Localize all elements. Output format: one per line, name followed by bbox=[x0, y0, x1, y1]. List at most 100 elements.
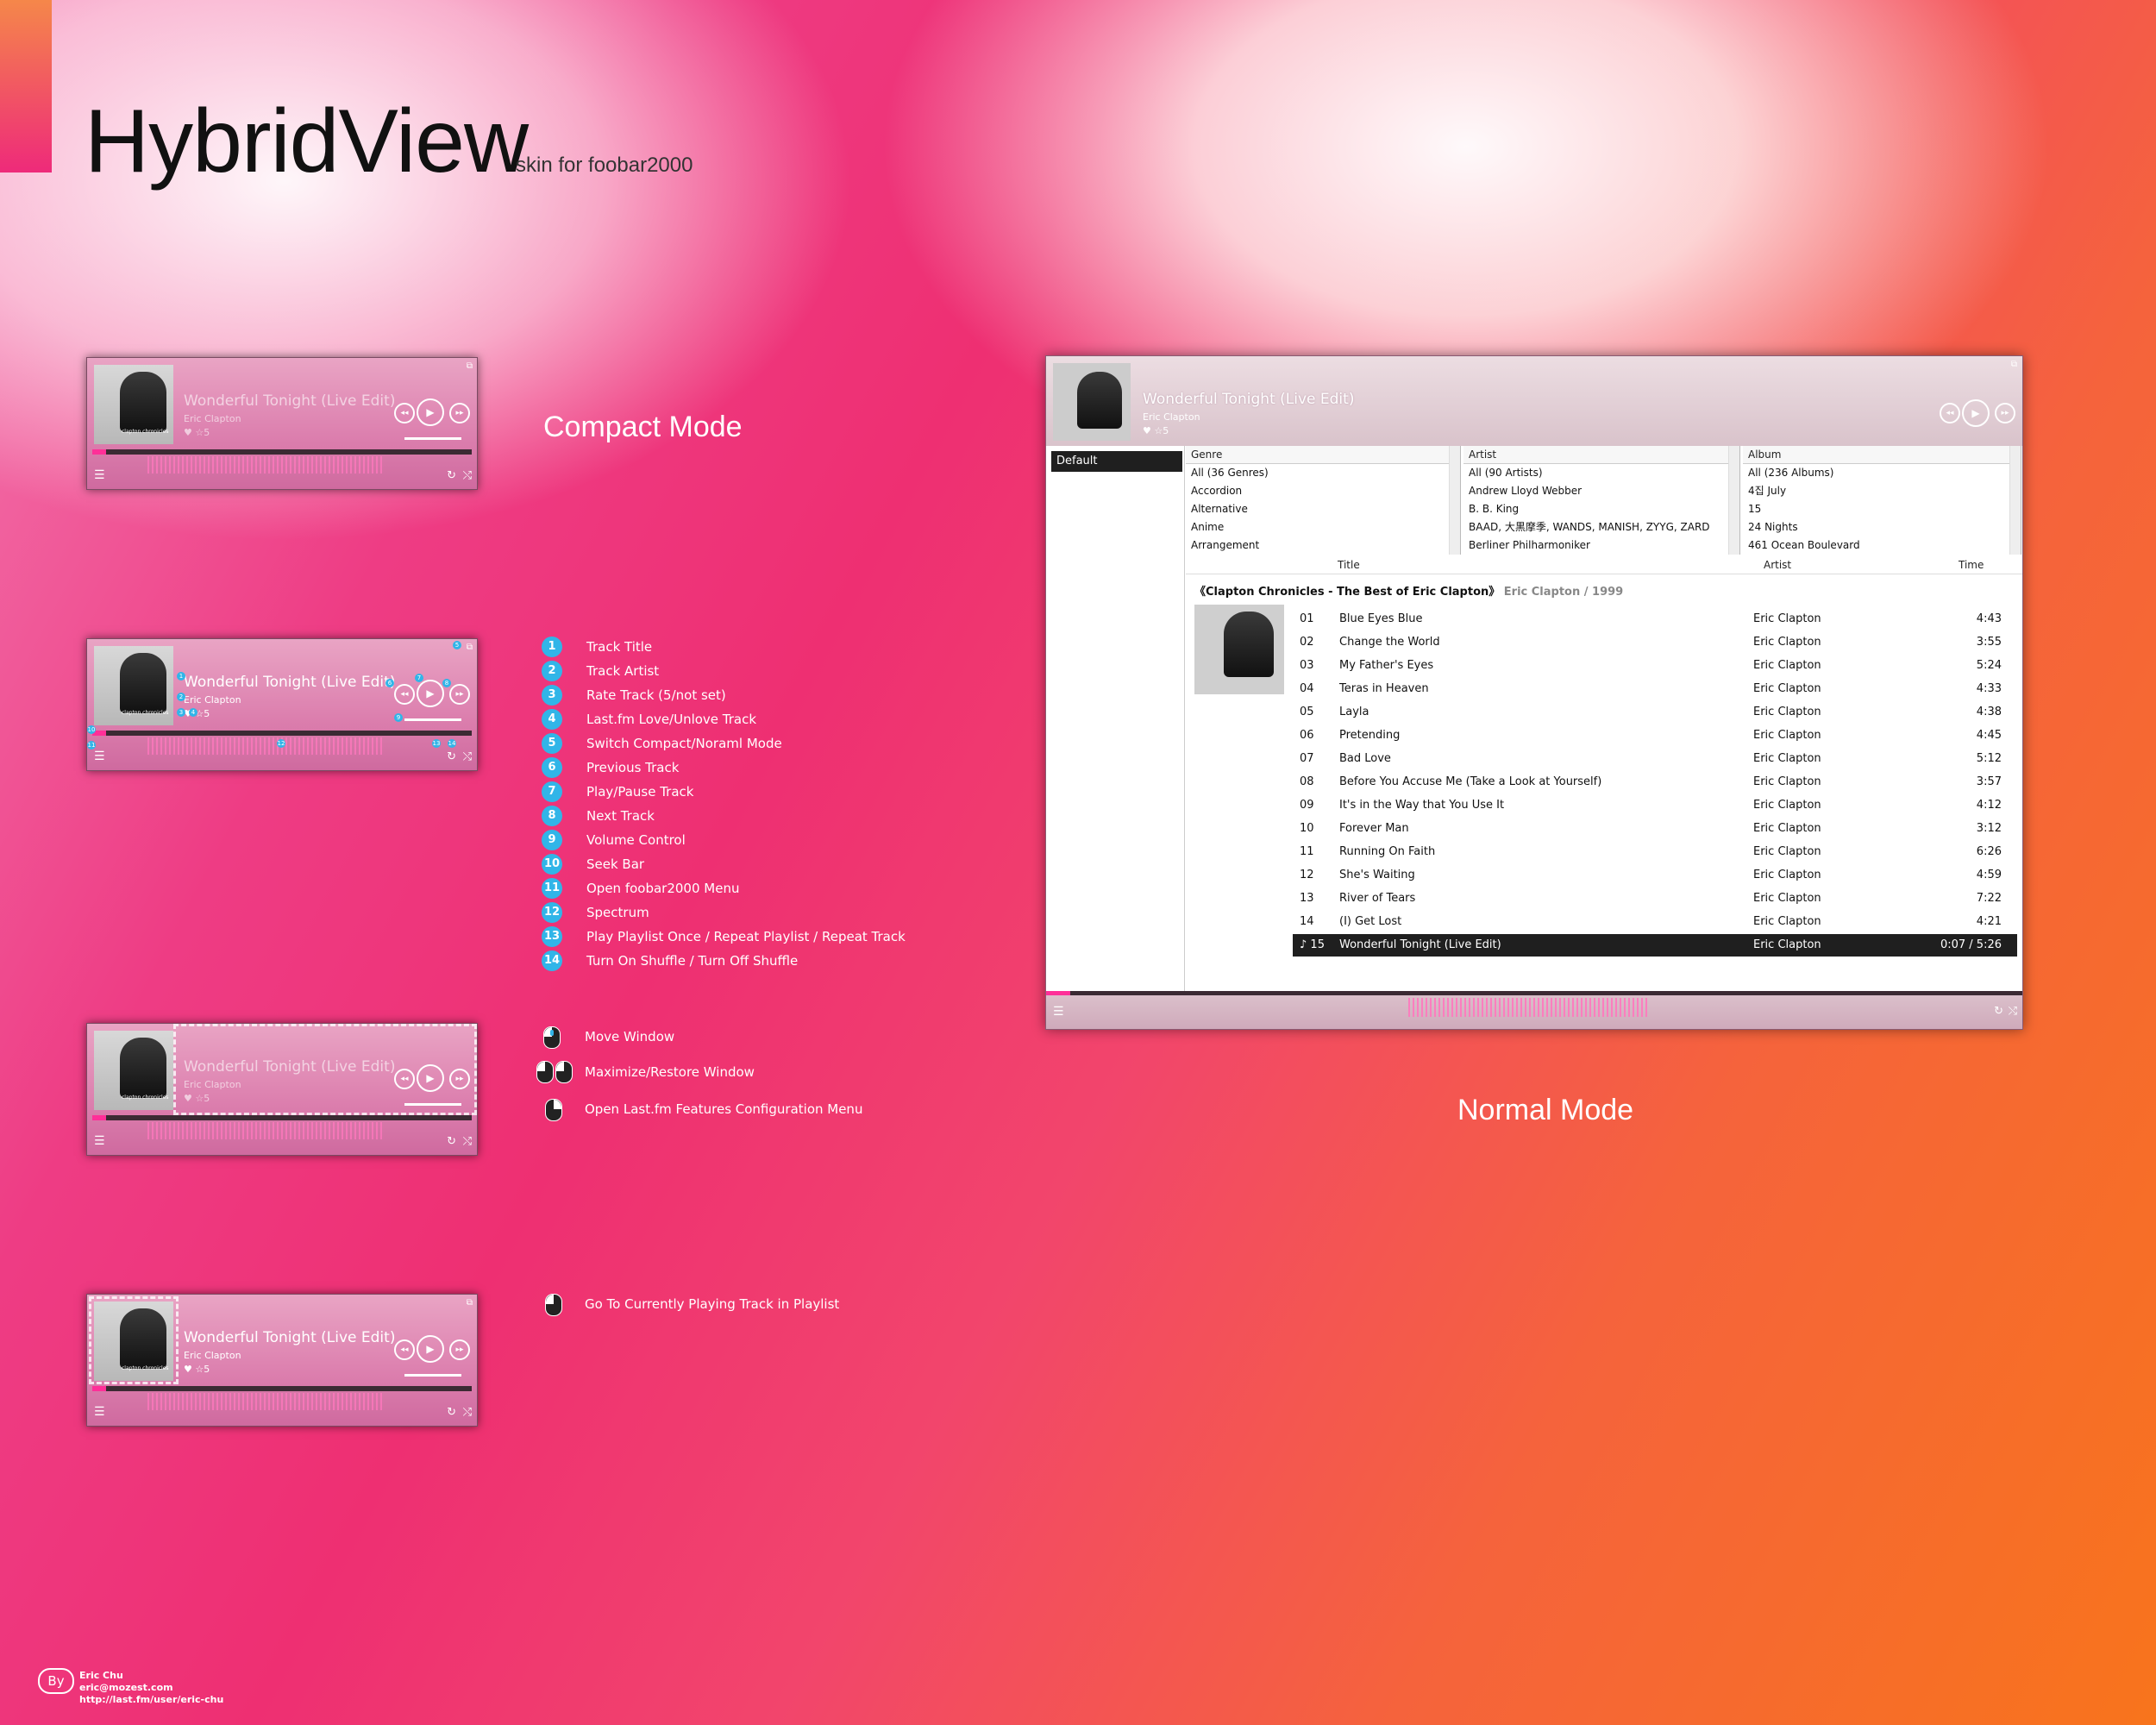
track-time: 3:12 bbox=[1976, 822, 2002, 835]
filter-row[interactable]: Arrangement bbox=[1186, 536, 1460, 555]
mode-switch-icon[interactable]: ⧉ bbox=[467, 1298, 473, 1308]
play-button[interactable]: ▶ bbox=[417, 680, 444, 707]
shuffle-icon[interactable]: ⤭ bbox=[463, 1406, 472, 1419]
filter-row[interactable]: 4집 July bbox=[1743, 482, 2021, 500]
next-button[interactable]: ▸▸ bbox=[1995, 403, 2015, 423]
compact-mode-label: Compact Mode bbox=[543, 411, 743, 443]
seek-bar[interactable] bbox=[92, 731, 472, 736]
play-button[interactable]: ▶ bbox=[417, 398, 444, 426]
mode-switch-icon[interactable]: ⧉ bbox=[2011, 360, 2017, 369]
column-time[interactable]: Time bbox=[1959, 559, 1984, 571]
filter-row[interactable]: 461 Ocean Boulevard bbox=[1743, 536, 2021, 555]
repeat-icon[interactable]: ↻ bbox=[1994, 1005, 2003, 1018]
shuffle-icon[interactable]: ⤭ bbox=[463, 469, 472, 482]
seek-bar[interactable] bbox=[92, 1115, 472, 1120]
scrollbar[interactable] bbox=[1728, 446, 1739, 555]
menu-icon[interactable]: ☰ bbox=[94, 468, 105, 482]
track-row[interactable]: 03 My Father's Eyes Eric Clapton 5:24 bbox=[1293, 655, 2017, 677]
volume-slider[interactable] bbox=[404, 1103, 461, 1106]
column-title[interactable]: Title bbox=[1338, 559, 1360, 571]
next-button[interactable]: ▸▸ bbox=[449, 403, 470, 423]
repeat-icon[interactable]: ↻ bbox=[447, 1135, 456, 1148]
track-row[interactable]: 12 She's Waiting Eric Clapton 4:59 bbox=[1293, 864, 2017, 887]
prev-button[interactable]: ◂◂ bbox=[394, 1339, 415, 1360]
menu-icon[interactable]: ☰ bbox=[94, 750, 105, 763]
volume-slider[interactable] bbox=[404, 437, 461, 440]
filter-row[interactable]: All (236 Albums) bbox=[1743, 464, 2021, 482]
track-row[interactable]: 05 Layla Eric Clapton 4:38 bbox=[1293, 701, 2017, 724]
menu-icon[interactable]: ☰ bbox=[94, 1134, 105, 1148]
filter-row[interactable]: BAAD, 大黒摩季, WANDS, MANISH, ZYYG, ZARD bbox=[1463, 518, 1739, 536]
filter-row[interactable]: Berliner Philharmoniker bbox=[1463, 536, 1739, 555]
repeat-icon[interactable]: ↻ bbox=[447, 469, 456, 482]
volume-slider[interactable] bbox=[404, 1374, 461, 1377]
play-button[interactable]: ▶ bbox=[417, 1335, 444, 1363]
track-artist: Eric Clapton bbox=[1753, 869, 1821, 881]
prev-button[interactable]: ◂◂ bbox=[394, 684, 415, 705]
author-url[interactable]: http://last.fm/user/eric-chu bbox=[79, 1694, 223, 1705]
track-row[interactable]: 07 Bad Love Eric Clapton 5:12 bbox=[1293, 748, 2017, 770]
love-rating[interactable]: ♥ ☆5 bbox=[1143, 425, 1169, 436]
prev-button[interactable]: ◂◂ bbox=[1940, 403, 1960, 423]
seek-bar[interactable] bbox=[92, 449, 472, 455]
love-rating[interactable]: ♥ ☆5 bbox=[184, 1364, 210, 1375]
filter-row[interactable]: Alternative bbox=[1186, 500, 1460, 518]
love-rating[interactable]: ♥ ☆5 bbox=[184, 1093, 210, 1104]
track-row[interactable]: 10 Forever Man Eric Clapton 3:12 bbox=[1293, 818, 2017, 840]
column-artist[interactable]: Artist bbox=[1764, 559, 1791, 571]
mode-switch-icon[interactable]: ⧉ bbox=[467, 643, 473, 652]
prev-button[interactable]: ◂◂ bbox=[394, 1069, 415, 1089]
track-row[interactable]: 06 Pretending Eric Clapton 4:45 bbox=[1293, 724, 2017, 747]
menu-icon[interactable]: ☰ bbox=[94, 1405, 105, 1419]
artist-filter[interactable]: Artist All (90 Artists) Andrew Lloyd Web… bbox=[1463, 446, 1740, 555]
filter-row[interactable]: Anime bbox=[1186, 518, 1460, 536]
goto-track-text: Go To Currently Playing Track in Playlis… bbox=[585, 1296, 840, 1312]
scrollbar[interactable] bbox=[1449, 446, 1460, 555]
repeat-icon[interactable]: ↻ bbox=[447, 1406, 456, 1419]
track-time: 4:21 bbox=[1976, 915, 2002, 928]
track-row[interactable]: 08 Before You Accuse Me (Take a Look at Y… bbox=[1293, 771, 2017, 794]
seek-bar[interactable] bbox=[92, 1386, 472, 1391]
album-header[interactable]: Album bbox=[1743, 446, 2021, 464]
playlist-tab-default[interactable]: Default bbox=[1051, 451, 1182, 472]
next-button[interactable]: ▸▸ bbox=[449, 1069, 470, 1089]
love-rating[interactable]: ♥ ☆5 bbox=[184, 427, 210, 438]
shuffle-icon[interactable]: ⤭ bbox=[2009, 1005, 2017, 1018]
track-title: Forever Man bbox=[1339, 822, 1409, 835]
volume-slider[interactable] bbox=[404, 718, 461, 721]
track-row[interactable]: 14 (I) Get Lost Eric Clapton 4:21 bbox=[1293, 911, 2017, 933]
seek-bar[interactable] bbox=[1046, 991, 2022, 995]
track-row[interactable]: 04 Teras in Heaven Eric Clapton 4:33 bbox=[1293, 678, 2017, 700]
filter-row[interactable]: All (90 Artists) bbox=[1463, 464, 1739, 482]
filter-row[interactable]: 24 Nights bbox=[1743, 518, 2021, 536]
play-button[interactable]: ▶ bbox=[1962, 399, 1990, 427]
menu-icon[interactable]: ☰ bbox=[1053, 1005, 1064, 1019]
shuffle-icon[interactable]: ⤭ bbox=[463, 1135, 472, 1148]
track-row[interactable]: 09 It's in the Way that You Use It Eric Cl… bbox=[1293, 794, 2017, 817]
genre-header[interactable]: Genre bbox=[1186, 446, 1460, 464]
track-row[interactable]: 01 Blue Eyes Blue Eric Clapton 4:43 bbox=[1293, 608, 2017, 630]
track-row[interactable]: 02 Change the World Eric Clapton 3:55 bbox=[1293, 631, 2017, 654]
filter-row[interactable]: 15 bbox=[1743, 500, 2021, 518]
filter-row[interactable]: B. B. King bbox=[1463, 500, 1739, 518]
track-row[interactable]: 13 River of Tears Eric Clapton 7:22 bbox=[1293, 888, 2017, 910]
author-email[interactable]: eric@mozest.com bbox=[79, 1682, 173, 1693]
track-time: 3:57 bbox=[1976, 775, 2002, 788]
repeat-icon[interactable]: ↻ bbox=[447, 750, 456, 763]
filter-row[interactable]: All (36 Genres) bbox=[1186, 464, 1460, 482]
album-filter[interactable]: Album All (236 Albums) 4집 July 15 24 Nig… bbox=[1743, 446, 2021, 555]
play-button[interactable]: ▶ bbox=[417, 1064, 444, 1092]
next-button[interactable]: ▸▸ bbox=[449, 684, 470, 705]
filter-row[interactable]: Accordion bbox=[1186, 482, 1460, 500]
artist-header[interactable]: Artist bbox=[1463, 446, 1739, 464]
track-row[interactable]: ♪ 15 Wonderful Tonight (Live Edit) Eric Cl… bbox=[1293, 934, 2017, 957]
shuffle-icon[interactable]: ⤭ bbox=[463, 750, 472, 763]
filter-row[interactable]: Andrew Lloyd Webber bbox=[1463, 482, 1739, 500]
genre-filter[interactable]: Genre All (36 Genres) Accordion Alternat… bbox=[1186, 446, 1461, 555]
mode-switch-icon[interactable]: ⧉ bbox=[467, 361, 473, 371]
track-number: 05 bbox=[1300, 706, 1314, 718]
track-row[interactable]: 11 Running On Faith Eric Clapton 6:26 bbox=[1293, 841, 2017, 863]
next-button[interactable]: ▸▸ bbox=[449, 1339, 470, 1360]
scrollbar[interactable] bbox=[2009, 446, 2021, 555]
prev-button[interactable]: ◂◂ bbox=[394, 403, 415, 423]
